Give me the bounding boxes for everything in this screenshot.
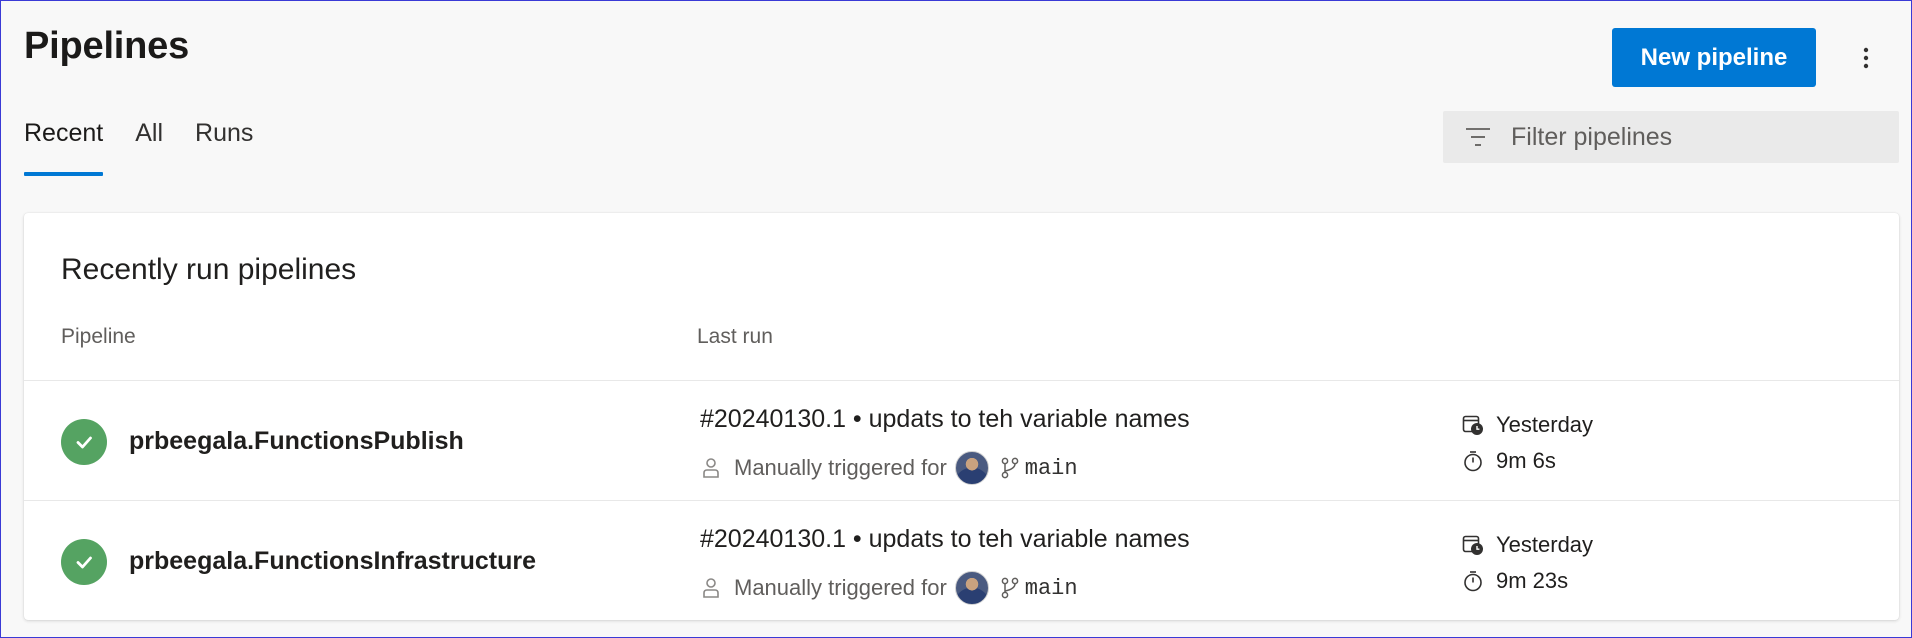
- stopwatch-icon: [1464, 571, 1482, 592]
- stopwatch-icon: [1464, 451, 1482, 472]
- run-date: Yesterday: [1496, 532, 1594, 557]
- person-icon: [703, 458, 719, 478]
- column-header-pipeline: Pipeline: [61, 325, 136, 348]
- pipeline-row[interactable]: prbeegala.FunctionsPublish #20240130.1 •…: [24, 380, 1899, 501]
- run-duration: 9m 6s: [1496, 448, 1556, 473]
- success-status-icon: [61, 419, 107, 465]
- filter-input[interactable]: [1509, 121, 1893, 153]
- branch-icon: [1001, 457, 1019, 479]
- trigger-text: Manually triggered for: [734, 455, 947, 480]
- card-title: Recently run pipelines: [61, 253, 357, 286]
- pipeline-name-link[interactable]: prbeegala.FunctionsPublish: [129, 427, 464, 456]
- avatar: [954, 451, 989, 485]
- tab-runs[interactable]: Runs: [195, 119, 253, 176]
- branch-icon: [1001, 577, 1019, 599]
- run-meta: Manually triggered for main: [702, 571, 1078, 605]
- more-actions-button[interactable]: [1849, 37, 1883, 79]
- success-status-icon: [61, 539, 107, 585]
- filter-icon: [1466, 128, 1490, 146]
- run-duration: 9m 23s: [1496, 568, 1569, 593]
- run-meta: Manually triggered for main: [702, 451, 1078, 485]
- tab-recent[interactable]: Recent: [24, 119, 104, 176]
- branch-name: main: [1024, 455, 1078, 481]
- new-pipeline-button[interactable]: New pipeline: [1612, 28, 1816, 87]
- run-time-info: Yesterday 9m 6s: [1462, 407, 1593, 479]
- pipeline-name-link[interactable]: prbeegala.FunctionsInfrastructure: [129, 547, 536, 576]
- pipeline-row[interactable]: prbeegala.FunctionsInfrastructure #20240…: [24, 500, 1899, 621]
- filter-box[interactable]: [1443, 111, 1899, 163]
- tab-all[interactable]: All: [135, 119, 163, 176]
- calendar-clock-icon: [1462, 415, 1483, 435]
- trigger-text: Manually triggered for: [734, 575, 947, 600]
- more-vertical-icon: [1863, 47, 1869, 69]
- recent-pipelines-card: Recently run pipelines Pipeline Last run…: [24, 213, 1899, 620]
- run-title-link[interactable]: #20240130.1 • updats to teh variable nam…: [700, 525, 1190, 554]
- column-header-last-run: Last run: [697, 325, 773, 348]
- run-date: Yesterday: [1496, 412, 1594, 437]
- page-title: Pipelines: [24, 25, 190, 67]
- calendar-clock-icon: [1462, 535, 1483, 555]
- branch-name: main: [1024, 575, 1078, 601]
- tab-bar: Recent All Runs: [24, 119, 285, 176]
- person-icon: [703, 578, 719, 598]
- run-time-info: Yesterday 9m 23s: [1462, 527, 1593, 599]
- avatar: [954, 571, 989, 605]
- run-title-link[interactable]: #20240130.1 • updats to teh variable nam…: [700, 405, 1190, 434]
